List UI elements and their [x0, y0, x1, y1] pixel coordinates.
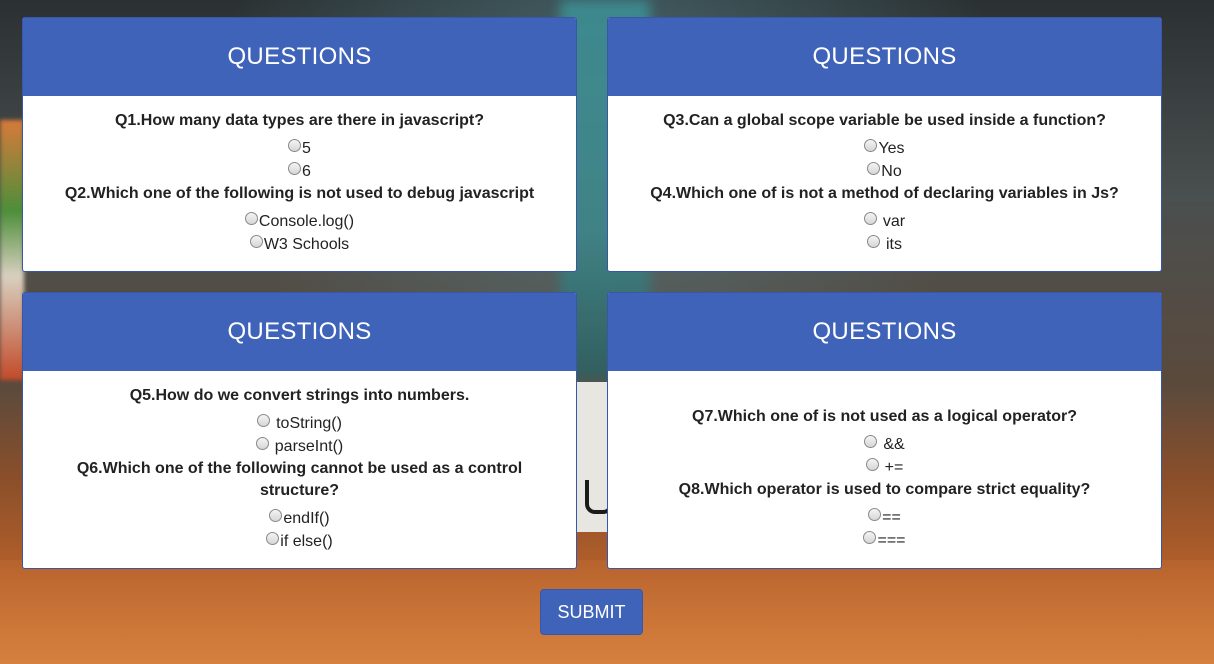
- option-label: ===: [877, 532, 906, 549]
- option-6-a[interactable]: endIf(): [23, 507, 576, 530]
- option-label: var: [882, 213, 906, 230]
- option-label: toString(): [276, 415, 342, 432]
- option-label: Console.log(): [258, 213, 355, 230]
- question-2-text: Q2.Which one of the following is not use…: [64, 185, 535, 202]
- option-label: endIf(): [283, 510, 330, 527]
- question-card-1: QUESTIONS Q1.How many data types are the…: [22, 17, 577, 272]
- option-7-b[interactable]: +=: [608, 456, 1161, 479]
- question-7-text: Q7.Which one of is not used as a logical…: [692, 408, 1077, 425]
- radio-button[interactable]: [266, 532, 280, 545]
- radio-button[interactable]: [863, 212, 877, 225]
- radio-button[interactable]: [865, 458, 879, 471]
- question-3-text: Q3.Can a global scope variable be used i…: [663, 112, 1106, 129]
- radio-button[interactable]: [868, 508, 882, 521]
- radio-button[interactable]: [863, 531, 877, 544]
- option-label: if else(): [280, 533, 333, 550]
- option-2-b[interactable]: W3 Schools: [23, 233, 576, 256]
- card-header: QUESTIONS: [608, 18, 1161, 96]
- option-label: 5: [302, 140, 311, 157]
- option-label: &&: [883, 436, 905, 453]
- option-3-b[interactable]: No: [608, 160, 1161, 183]
- option-7-a[interactable]: &&: [608, 433, 1161, 456]
- card-header: QUESTIONS: [23, 293, 576, 371]
- question-5-text: Q5.How do we convert strings into number…: [129, 387, 470, 404]
- option-1-a[interactable]: 5: [23, 137, 576, 160]
- card-header: QUESTIONS: [23, 18, 576, 96]
- card-header: QUESTIONS: [608, 293, 1161, 371]
- question-card-4: QUESTIONS Q7.Which one of is not used as…: [607, 292, 1162, 569]
- radio-button[interactable]: [255, 437, 269, 450]
- question-8-text: Q8.Which operator is used to compare str…: [678, 481, 1091, 498]
- question-4-text: Q4.Which one of is not a method of decla…: [650, 185, 1119, 202]
- option-2-a[interactable]: Console.log(): [23, 210, 576, 233]
- radio-button[interactable]: [269, 509, 283, 522]
- radio-button[interactable]: [249, 235, 263, 248]
- option-label: parseInt(): [274, 438, 344, 455]
- submit-button[interactable]: SUBMIT: [540, 589, 643, 635]
- question-card-3: QUESTIONS Q5.How do we convert strings i…: [22, 292, 577, 569]
- option-label: its: [886, 236, 902, 253]
- radio-button[interactable]: [867, 162, 881, 175]
- radio-button[interactable]: [244, 212, 258, 225]
- option-5-b[interactable]: parseInt(): [23, 435, 576, 458]
- question-6-text: Q6.Which one of the following cannot be …: [76, 460, 523, 499]
- option-label: 6: [302, 163, 311, 180]
- option-5-a[interactable]: toString(): [23, 412, 576, 435]
- option-label: ==: [882, 509, 901, 526]
- radio-button[interactable]: [257, 414, 271, 427]
- option-4-a[interactable]: var: [608, 210, 1161, 233]
- radio-button[interactable]: [288, 139, 302, 152]
- radio-button[interactable]: [288, 162, 302, 175]
- option-1-b[interactable]: 6: [23, 160, 576, 183]
- radio-button[interactable]: [864, 139, 878, 152]
- option-label: Yes: [878, 140, 905, 157]
- option-6-b[interactable]: if else(): [23, 530, 576, 553]
- option-label: No: [881, 163, 902, 180]
- radio-button[interactable]: [864, 435, 878, 448]
- radio-button[interactable]: [867, 235, 880, 248]
- question-card-2: QUESTIONS Q3.Can a global scope variable…: [607, 17, 1162, 272]
- option-3-a[interactable]: Yes: [608, 137, 1161, 160]
- option-label: +=: [884, 459, 904, 476]
- question-1-text: Q1.How many data types are there in java…: [114, 112, 485, 129]
- option-4-b[interactable]: its: [608, 233, 1161, 256]
- option-label: W3 Schools: [263, 236, 350, 253]
- option-8-a[interactable]: ==: [608, 506, 1161, 529]
- background-books: [0, 120, 24, 380]
- option-8-b[interactable]: ===: [608, 529, 1161, 552]
